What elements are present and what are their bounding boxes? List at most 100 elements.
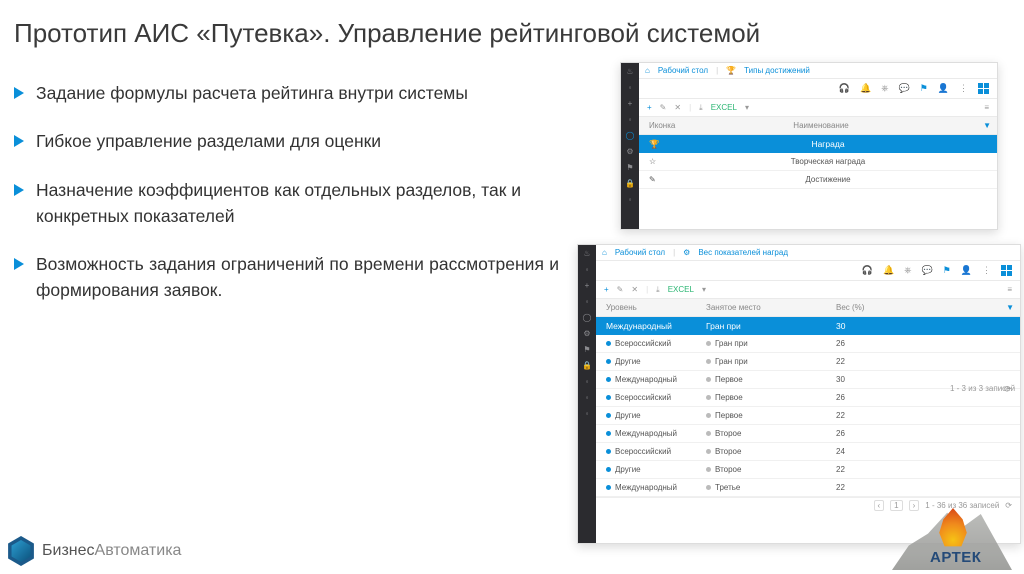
cell-level: Другие <box>596 411 706 420</box>
sidebar-item[interactable]: ◦ <box>582 265 592 275</box>
sidebar-item[interactable]: ◦ <box>625 83 635 93</box>
column-header-level[interactable]: Уровень <box>596 303 706 312</box>
home-icon[interactable]: ⌂ <box>602 248 607 257</box>
headphones-icon[interactable]: 🎧 <box>862 265 873 276</box>
table-row[interactable]: МеждународныйВторое26 <box>596 425 1020 443</box>
cell-weight: 26 <box>836 429 896 438</box>
breadcrumb-home[interactable]: Рабочий стол <box>615 248 665 257</box>
add-button[interactable]: + <box>604 285 609 294</box>
sidebar-item[interactable]: ◯ <box>625 131 635 141</box>
excel-button[interactable]: EXCEL <box>711 103 737 112</box>
cell-place: Первое <box>706 375 836 384</box>
cell-weight: 22 <box>836 411 896 420</box>
table-row[interactable]: ✎ Достижение <box>639 171 997 189</box>
column-header-weight[interactable]: Вес (%) <box>836 303 896 312</box>
flag-icon[interactable]: ⚑ <box>920 83 928 94</box>
bell-icon[interactable]: 🔔 <box>883 265 894 276</box>
menu-icon[interactable]: ≡ <box>1007 285 1012 294</box>
bullet-area: Задание формулы расчета рейтинга внутри … <box>14 80 559 326</box>
toolbar-icon[interactable]: ⎈ <box>904 265 911 276</box>
flag-icon[interactable]: ⚑ <box>943 265 951 276</box>
sidebar-item[interactable]: ⚑ <box>582 345 592 355</box>
sidebar-item[interactable]: + <box>625 99 635 109</box>
filter-icon[interactable]: ▼ <box>983 121 997 130</box>
home-icon[interactable]: ⌂ <box>645 66 650 75</box>
cell-level: Международный <box>596 429 706 438</box>
refresh-icon[interactable]: ⟳ <box>1005 501 1012 510</box>
table-row[interactable]: ДругиеГран при22 <box>596 353 1020 371</box>
brand-name-part1: Бизнес <box>42 542 95 559</box>
table-footer: ‹ 1 › 1 - 36 из 36 записей ⟳ <box>596 497 1020 513</box>
chat-icon[interactable]: 💬 <box>898 83 909 94</box>
table-row-selected[interactable]: 🏆 Награда <box>639 135 997 153</box>
row-icon: ☆ <box>639 157 719 166</box>
sidebar-item[interactable]: ◦ <box>582 393 592 403</box>
table-row[interactable]: ☆ Творческая награда <box>639 153 997 171</box>
bullet-text: Назначение коэффициентов как отдельных р… <box>36 177 559 230</box>
delete-button[interactable]: ✕ <box>631 285 638 294</box>
slide-title: Прототип АИС «Путевка». Управление рейти… <box>0 0 1024 57</box>
menu-icon[interactable]: ≡ <box>984 103 989 112</box>
table-row[interactable]: ДругиеПервое22 <box>596 407 1020 425</box>
table-row[interactable]: ДругиеВторое22 <box>596 461 1020 479</box>
sidebar-item[interactable]: ◦ <box>625 115 635 125</box>
apps-icon[interactable] <box>978 83 989 94</box>
page-next[interactable]: › <box>909 500 920 511</box>
sidebar-item[interactable]: ◦ <box>625 195 635 205</box>
cell-level: Другие <box>596 465 706 474</box>
user-icon[interactable]: 👤 <box>938 83 949 94</box>
column-header-name[interactable]: Наименование <box>719 121 983 130</box>
brand-name: БизнесАвтоматика <box>42 542 181 560</box>
delete-button[interactable]: ✕ <box>674 103 681 112</box>
sidebar-item[interactable]: ⚙ <box>582 329 592 339</box>
user-icon[interactable]: 👤 <box>961 265 972 276</box>
cell-weight: 30 <box>836 321 896 331</box>
chevron-down-icon[interactable]: ▾ <box>702 285 706 294</box>
sidebar-item[interactable]: ⚑ <box>625 163 635 173</box>
edit-button[interactable]: ✎ <box>660 103 667 112</box>
page-prev[interactable]: ‹ <box>874 500 885 511</box>
screenshot-award-weights: ♨ ◦ + ◦ ◯ ⚙ ⚑ 🔒 ◦ ◦ ◦ ⌂ Рабочий стол | ⚙… <box>577 244 1021 544</box>
breadcrumb-home[interactable]: Рабочий стол <box>658 66 708 75</box>
table-row[interactable]: МеждународныйТретье22 <box>596 479 1020 497</box>
separator: | <box>646 285 648 294</box>
cell-level: Всероссийский <box>596 393 706 402</box>
sidebar-item[interactable]: ◦ <box>582 409 592 419</box>
export-button[interactable]: ⤓ <box>699 103 703 113</box>
table-row[interactable]: ВсероссийскийГран при26 <box>596 335 1020 353</box>
bullet-item: Задание формулы расчета рейтинга внутри … <box>14 80 559 106</box>
sidebar-item[interactable]: 🔒 <box>582 361 592 371</box>
top-toolbar: 🎧 🔔 ⎈ 💬 ⚑ 👤 ⋮ <box>639 79 997 99</box>
table-row[interactable]: ВсероссийскийВторое24 <box>596 443 1020 461</box>
edit-button[interactable]: ✎ <box>617 285 624 294</box>
toolbar-icon[interactable]: ⎈ <box>881 83 888 94</box>
sidebar-item[interactable]: + <box>582 281 592 291</box>
bell-icon[interactable]: 🔔 <box>860 83 871 94</box>
top-toolbar: 🎧 🔔 ⎈ 💬 ⚑ 👤 ⋮ <box>596 261 1020 281</box>
column-header-icon[interactable]: Иконка <box>639 121 719 130</box>
sidebar-item[interactable]: ⚙ <box>625 147 635 157</box>
export-button[interactable]: ⤓ <box>656 285 660 295</box>
column-header-place[interactable]: Занятое место <box>706 303 836 312</box>
apps-icon[interactable] <box>1001 265 1012 276</box>
sidebar-item[interactable]: ◦ <box>582 377 592 387</box>
side-refresh-icon[interactable]: ⟳ <box>1004 384 1012 395</box>
cell-level: Всероссийский <box>596 339 706 348</box>
bullet-text: Возможность задания ограничений по време… <box>36 251 559 304</box>
table-row-selected[interactable]: Международный Гран при 30 <box>596 317 1020 335</box>
add-button[interactable]: + <box>647 103 652 112</box>
filter-icon[interactable]: ▼ <box>1006 303 1020 312</box>
excel-button[interactable]: EXCEL <box>668 285 694 294</box>
breadcrumb-page: Типы достижений <box>744 66 810 75</box>
sidebar-item[interactable]: ◦ <box>582 297 592 307</box>
sidebar-item[interactable]: 🔒 <box>625 179 635 189</box>
breadcrumb-separator: | <box>673 248 675 257</box>
headphones-icon[interactable]: 🎧 <box>839 83 850 94</box>
chat-icon[interactable]: 💬 <box>921 265 932 276</box>
flame-icon[interactable]: ♨ <box>625 67 635 77</box>
page-current[interactable]: 1 <box>890 500 902 511</box>
bullet-list: Задание формулы расчета рейтинга внутри … <box>14 80 559 304</box>
chevron-down-icon[interactable]: ▾ <box>745 103 749 112</box>
sidebar-item[interactable]: ◯ <box>582 313 592 323</box>
flame-icon[interactable]: ♨ <box>582 249 592 259</box>
